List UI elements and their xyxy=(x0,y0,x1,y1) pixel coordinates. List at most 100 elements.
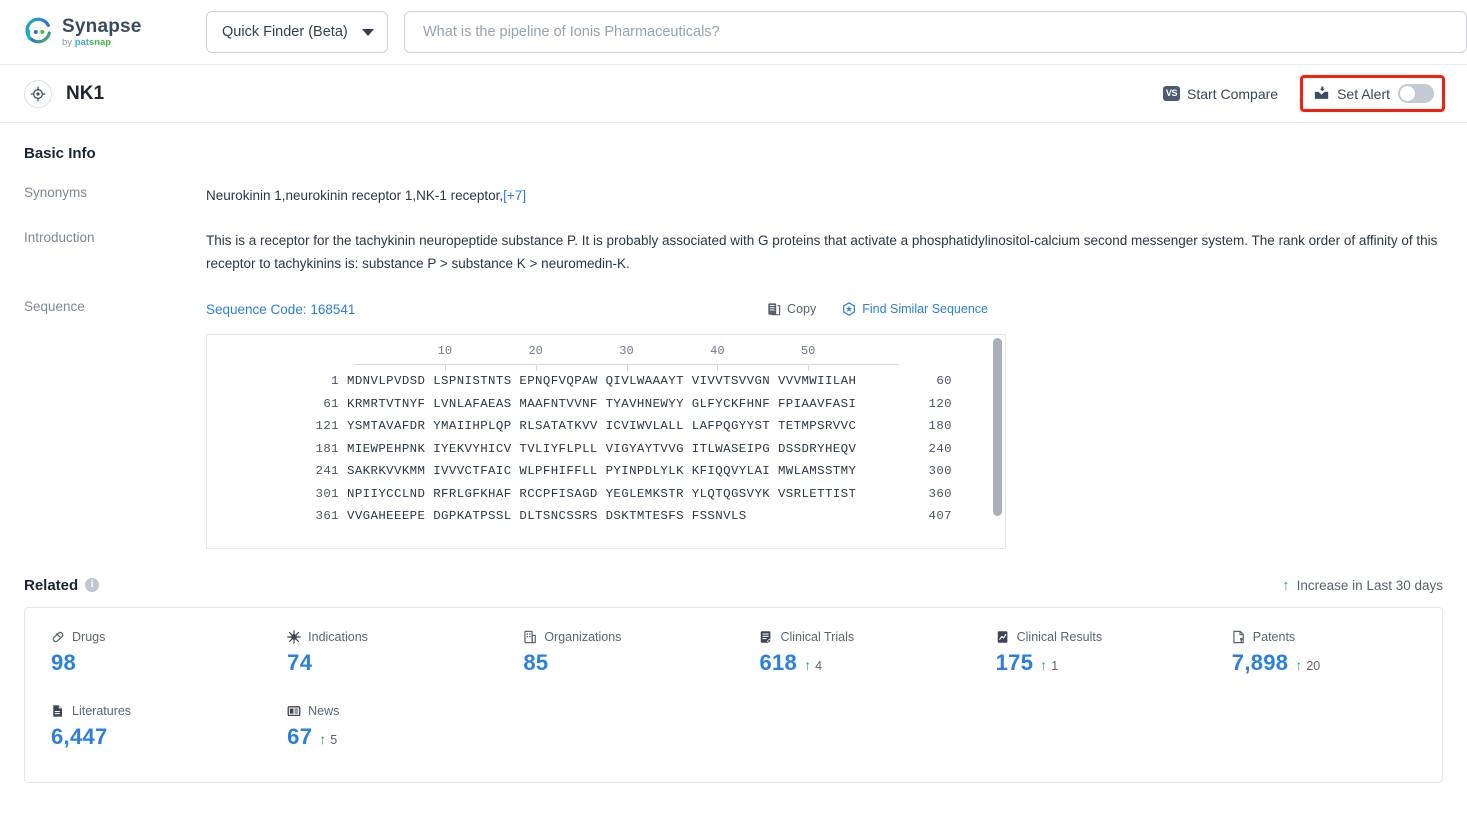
synonyms-row: Synonyms Neurokinin 1,neurokinin recepto… xyxy=(24,184,1443,207)
copy-button[interactable]: Copy xyxy=(767,299,816,321)
up-arrow-icon: ↑ xyxy=(1282,576,1290,594)
ruler-tick xyxy=(626,363,628,371)
related-item-value-row: 6,447 xyxy=(51,724,261,750)
clinical-trial-icon xyxy=(759,630,773,644)
toggle-knob xyxy=(1400,86,1415,101)
related-item-value-row: 85 xyxy=(523,650,733,676)
basic-info-heading: Basic Info xyxy=(24,145,96,162)
related-legend: ↑ Increase in Last 30 days xyxy=(1282,578,1443,593)
synapse-logo[interactable]: Synapse by patsnap xyxy=(24,17,176,48)
related-item[interactable]: Organizations 85 xyxy=(497,630,733,676)
entity-actions: VS Start Compare Set Alert xyxy=(1163,75,1451,112)
related-title: Related xyxy=(24,576,79,594)
synonyms-more-link[interactable]: [+7] xyxy=(503,188,526,203)
related-item[interactable]: Clinical Trials 618 ↑ 4 xyxy=(733,630,969,676)
sequence-end-index: 360 xyxy=(928,486,952,501)
related-legend-label: Increase in Last 30 days xyxy=(1296,577,1443,593)
quick-finder-label: Quick Finder (Beta) xyxy=(222,24,348,40)
sequence-lines: 1 MDNVLPVDSD LSPNISTNTS EPNQFVQPAW QIVLWA… xyxy=(207,371,1005,529)
sequence-start-index: 361 xyxy=(315,509,339,524)
sequence-start-index: 181 xyxy=(315,441,339,456)
sequence-residues: SAKRKVVKMM IVVVCTFAIC WLPFHIFFLL PYINPDL… xyxy=(347,464,857,479)
related-item-label-row: Drugs xyxy=(51,630,261,644)
up-arrow-icon: ↑ xyxy=(1040,656,1048,673)
sequence-scrollbar[interactable] xyxy=(993,337,1002,516)
related-item-label-row: Organizations xyxy=(523,630,733,644)
related-item[interactable]: Literatures 6,447 xyxy=(25,704,261,750)
related-item-count: 6,447 xyxy=(51,723,108,749)
sequence-line: 61 KRMRTVTNYF LVNLAFAEAS MAAFNTVVNF TYAVH… xyxy=(207,393,1005,416)
sequence-line: 361 VVGAHEEEPE DGPKATPSSL DLTSNCSSRS DSKT… xyxy=(207,506,1005,529)
copy-icon xyxy=(768,303,781,316)
set-alert-toggle[interactable] xyxy=(1398,84,1434,103)
sequence-line: 1 MDNVLPVDSD LSPNISTNTS EPNQFVQPAW QIVLWA… xyxy=(207,371,1005,394)
search-box[interactable] xyxy=(404,11,1467,53)
sequence-start-index: 241 xyxy=(315,464,339,479)
ruler-tick-label: 10 xyxy=(437,344,453,359)
related-item-delta-value: 20 xyxy=(1306,658,1321,673)
related-item-label: Drugs xyxy=(72,629,106,644)
related-item-label: News xyxy=(308,703,340,718)
sequence-residues: YSMTAVAFDR YMAIIHPLQP RLSATATKVV ICVIWVL… xyxy=(347,419,857,434)
related-item-label-row: Patents xyxy=(1232,630,1442,644)
sequence-residues: KRMRTVTNYF LVNLAFAEAS MAAFNTVVNF TYAVHNE… xyxy=(347,396,857,411)
up-arrow-icon: ↑ xyxy=(319,730,327,747)
related-item-label-row: Clinical Trials xyxy=(759,630,969,644)
introduction-value: This is a receptor for the tachykinin ne… xyxy=(206,233,1438,272)
related-item-value-row: 67 ↑ 5 xyxy=(287,724,497,750)
related-item[interactable]: Patents 7,898 ↑ 20 xyxy=(1206,630,1442,676)
sequence-end-index: 120 xyxy=(928,396,952,411)
ruler-tick xyxy=(808,363,810,371)
find-similar-sequence-icon xyxy=(843,302,856,317)
sequence-body: Sequence Code: 168541 Copy Find Similar … xyxy=(206,298,1443,549)
synapse-logo-icon xyxy=(25,17,51,44)
sequence-code-link[interactable]: Sequence Code: 168541 xyxy=(206,298,355,321)
news-icon xyxy=(287,704,301,718)
logo-title: Synapse xyxy=(62,15,142,37)
sequence-viewer[interactable]: 10 20 30 40 50 1 MDNVLPVDSD LSPNISTNTS EPNQFV… xyxy=(206,333,1006,549)
related-item-label: Literatures xyxy=(72,703,132,718)
related-item[interactable]: Drugs 98 xyxy=(25,630,261,676)
sequence-end-index: 60 xyxy=(936,374,952,389)
versus-icon: VS xyxy=(1163,86,1181,101)
sequence-end-index: 407 xyxy=(928,509,952,524)
related-item-label-row: Clinical Results xyxy=(996,630,1206,644)
related-item-count: 175 xyxy=(995,649,1034,675)
sequence-residues: MIEWPEHPNK IYEKVYHICV TVLIYFLPLL VIGYAYT… xyxy=(347,441,857,456)
related-item-delta-value: 1 xyxy=(1051,658,1059,673)
building-icon xyxy=(523,630,537,644)
related-item-label: Patents xyxy=(1252,629,1296,644)
virus-icon xyxy=(287,630,302,644)
set-alert-button[interactable]: Set Alert xyxy=(1313,86,1390,102)
entity-bar: NK1 VS Start Compare Set Alert xyxy=(0,65,1467,123)
literature-icon xyxy=(51,704,65,718)
related-item-delta: ↑ 4 xyxy=(804,658,822,673)
related-item-count: 74 xyxy=(287,649,313,675)
info-icon[interactable]: i xyxy=(85,578,100,593)
related-item[interactable]: Indications 74 xyxy=(261,630,497,676)
related-item-label-row: Literatures xyxy=(51,704,261,718)
search-input[interactable] xyxy=(421,23,1450,41)
related-item[interactable]: Clinical Results 175 ↑ 1 xyxy=(970,630,1206,676)
find-similar-sequence-button[interactable]: Find Similar Sequence xyxy=(842,299,988,321)
top-bar: Synapse by patsnap Quick Finder (Beta) xyxy=(0,0,1467,65)
set-alert-highlight: Set Alert xyxy=(1300,75,1445,112)
main-content: Basic Info Synonyms Neurokinin 1,neuroki… xyxy=(0,145,1467,783)
related-item-count: 85 xyxy=(523,649,549,675)
copy-label: Copy xyxy=(787,301,817,316)
start-compare-label: Start Compare xyxy=(1187,85,1279,102)
related-item-value-row: 98 xyxy=(51,650,261,676)
sequence-actions: Copy Find Similar Sequence xyxy=(767,299,1443,321)
related-item-value-row: 7,898 ↑ 20 xyxy=(1232,650,1442,676)
sequence-start-index: 61 xyxy=(323,396,339,411)
related-item[interactable]: News 67 ↑ 5 xyxy=(261,704,497,750)
quick-finder-dropdown[interactable]: Quick Finder (Beta) xyxy=(206,11,388,53)
alert-inbox-icon xyxy=(1314,86,1329,99)
related-header: Related i ↑ Increase in Last 30 days xyxy=(24,577,1443,594)
ruler-tick xyxy=(717,363,719,371)
sequence-start-index: 121 xyxy=(315,419,339,434)
sequence-start-index: 1 xyxy=(331,374,339,389)
target-icon xyxy=(24,79,52,108)
pill-icon xyxy=(51,630,65,644)
start-compare-button[interactable]: VS Start Compare xyxy=(1163,86,1278,102)
